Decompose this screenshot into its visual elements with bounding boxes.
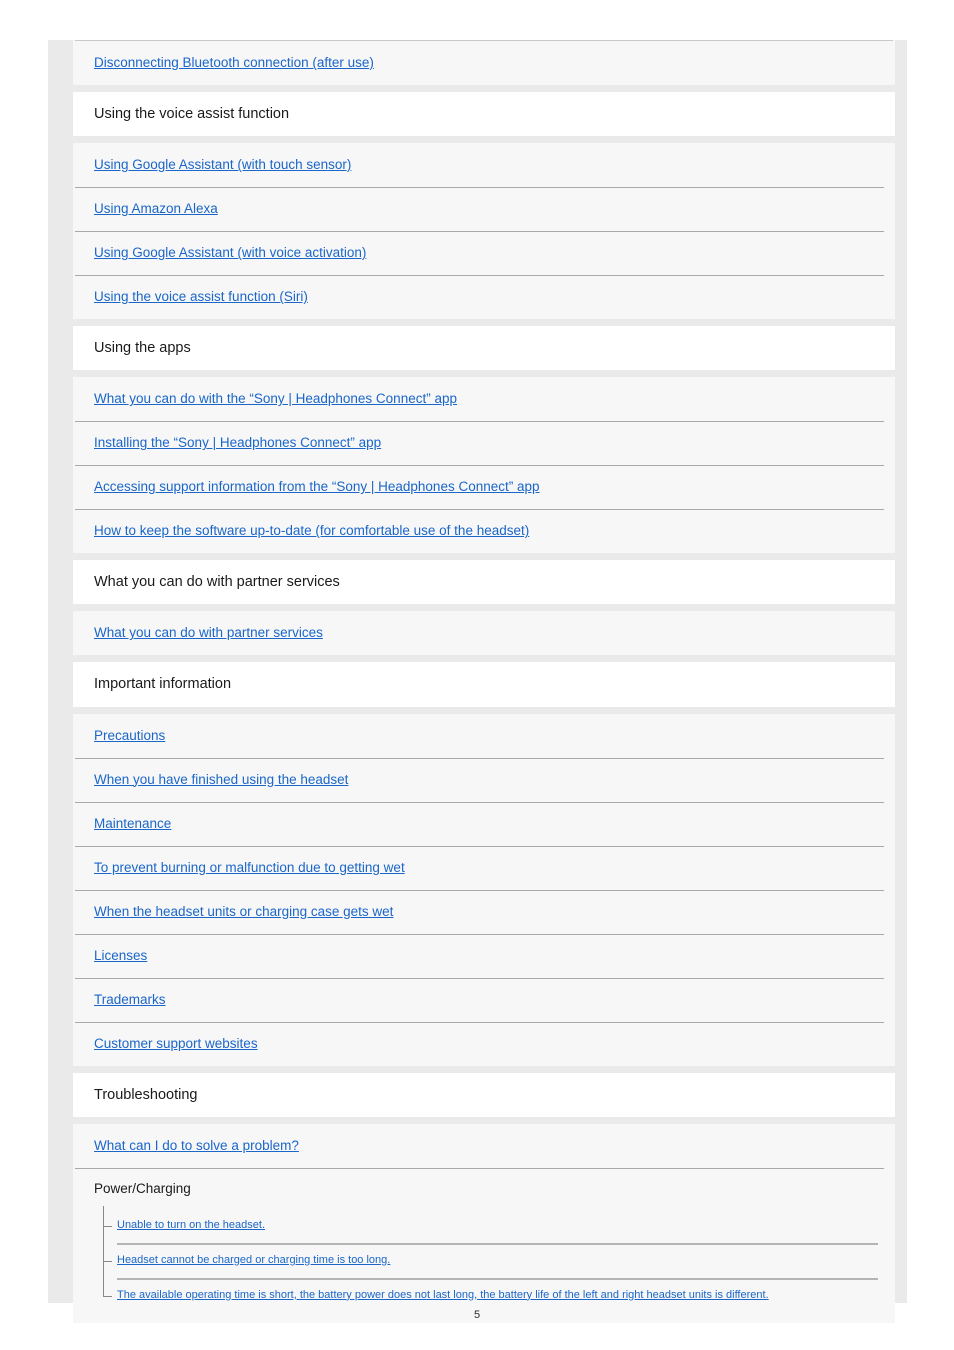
toc-entry[interactable]: Using the voice assist function (Siri) xyxy=(73,275,895,320)
link-group: Precautions When you have finished using … xyxy=(73,713,895,1066)
toc-link[interactable]: Using Google Assistant (with voice activ… xyxy=(94,245,366,260)
toc-link[interactable]: What you can do with the “Sony | Headpho… xyxy=(94,391,457,406)
toc-entry[interactable]: Using Google Assistant (with voice activ… xyxy=(73,231,895,276)
toc-link[interactable]: To prevent burning or malfunction due to… xyxy=(94,860,405,875)
section-header: What you can do with partner services xyxy=(73,560,895,605)
link-group: Using Google Assistant (with touch senso… xyxy=(73,143,895,320)
toc-link[interactable]: Maintenance xyxy=(94,816,171,831)
toc-link[interactable]: What can I do to solve a problem? xyxy=(94,1138,299,1153)
section-gap xyxy=(73,1065,895,1073)
toc-link[interactable]: Using Google Assistant (with touch senso… xyxy=(94,157,351,172)
toc-body: Disconnecting Bluetooth connection (afte… xyxy=(73,41,895,1323)
toc-entry[interactable]: How to keep the software up-to-date (for… xyxy=(73,509,895,554)
toc-link[interactable]: When you have finished using the headset xyxy=(94,772,348,787)
nested-toc-entry[interactable]: Headset cannot be charged or charging ti… xyxy=(103,1242,895,1278)
section-gap xyxy=(73,370,895,378)
toc-entry[interactable]: Using Google Assistant (with touch senso… xyxy=(73,143,895,188)
link-group: What you can do with the “Sony | Headpho… xyxy=(73,377,895,554)
subsection-header: Power/Charging xyxy=(73,1167,895,1202)
section-gap xyxy=(73,85,895,92)
toc-entry[interactable]: Maintenance xyxy=(73,801,895,846)
toc-link[interactable]: Disconnecting Bluetooth connection (afte… xyxy=(94,55,374,70)
section-gap xyxy=(73,655,895,663)
toc-link[interactable]: Using the voice assist function (Siri) xyxy=(94,289,308,304)
toc-entry[interactable]: What you can do with the “Sony | Headpho… xyxy=(73,377,895,422)
toc-entry[interactable]: Accessing support information from the “… xyxy=(73,465,895,510)
toc-link[interactable]: How to keep the software up-to-date (for… xyxy=(94,523,529,538)
toc-entry[interactable]: Trademarks xyxy=(73,977,895,1022)
toc-entry[interactable]: Precautions xyxy=(73,713,895,758)
toc-link[interactable]: Installing the “Sony | Headphones Connec… xyxy=(94,435,381,450)
section-header: Using the apps xyxy=(73,326,895,371)
toc-link[interactable]: Licenses xyxy=(94,948,147,963)
section-gap xyxy=(73,553,895,561)
toc-entry[interactable]: To prevent burning or malfunction due to… xyxy=(73,845,895,890)
toc-entry[interactable]: Licenses xyxy=(73,933,895,978)
toc-entry[interactable]: Using Amazon Alexa xyxy=(73,187,895,232)
tree-branch-icon xyxy=(103,1225,112,1227)
toc-link[interactable]: Precautions xyxy=(94,728,165,743)
nested-toc-link[interactable]: Unable to turn on the headset. xyxy=(117,1217,895,1234)
toc-entry[interactable]: Customer support websites xyxy=(73,1021,895,1066)
section-header: Troubleshooting xyxy=(73,1072,895,1117)
toc-entry[interactable]: What you can do with partner services xyxy=(73,611,895,656)
toc-link[interactable]: Trademarks xyxy=(94,992,166,1007)
toc-entry[interactable]: When the headset units or charging case … xyxy=(73,889,895,934)
tree-branch-icon xyxy=(103,1260,112,1262)
toc-entry[interactable]: Installing the “Sony | Headphones Connec… xyxy=(73,421,895,466)
section-gap xyxy=(73,1116,895,1124)
section-gap xyxy=(73,706,895,714)
toc-entry[interactable]: When you have finished using the headset xyxy=(73,757,895,802)
link-group: What can I do to solve a problem? Power/C… xyxy=(73,1123,895,1323)
section-gap xyxy=(73,604,895,612)
section-header: Using the voice assist function xyxy=(73,92,895,137)
toc-entry[interactable]: Disconnecting Bluetooth connection (afte… xyxy=(73,41,895,85)
nested-toc-link[interactable]: Headset cannot be charged or charging ti… xyxy=(117,1252,895,1269)
nested-toc-entry[interactable]: Unable to turn on the headset. xyxy=(103,1208,895,1243)
section-gap xyxy=(73,136,895,144)
toc-link[interactable]: Customer support websites xyxy=(94,1036,258,1051)
toc-link[interactable]: Accessing support information from the “… xyxy=(94,479,540,494)
toc-link[interactable]: What you can do with partner services xyxy=(94,625,323,640)
nested-toc-link[interactable]: The available operating time is short, t… xyxy=(117,1287,895,1304)
nested-toc-entry[interactable]: The available operating time is short, t… xyxy=(103,1277,895,1313)
table-of-contents: Disconnecting Bluetooth connection (afte… xyxy=(73,40,895,1323)
link-group: What you can do with partner services xyxy=(73,611,895,656)
section-gap xyxy=(73,319,895,327)
section-header: Important information xyxy=(73,662,895,707)
nested-entry-tree: Unable to turn on the headset. Headset ca… xyxy=(103,1202,895,1323)
toc-link[interactable]: Using Amazon Alexa xyxy=(94,201,218,216)
link-group: Disconnecting Bluetooth connection (afte… xyxy=(73,41,895,85)
page-number: 5 xyxy=(473,1309,481,1321)
tree-branch-icon xyxy=(103,1295,112,1297)
toc-link[interactable]: When the headset units or charging case … xyxy=(94,904,393,919)
toc-entry[interactable]: What can I do to solve a problem? xyxy=(73,1123,895,1168)
